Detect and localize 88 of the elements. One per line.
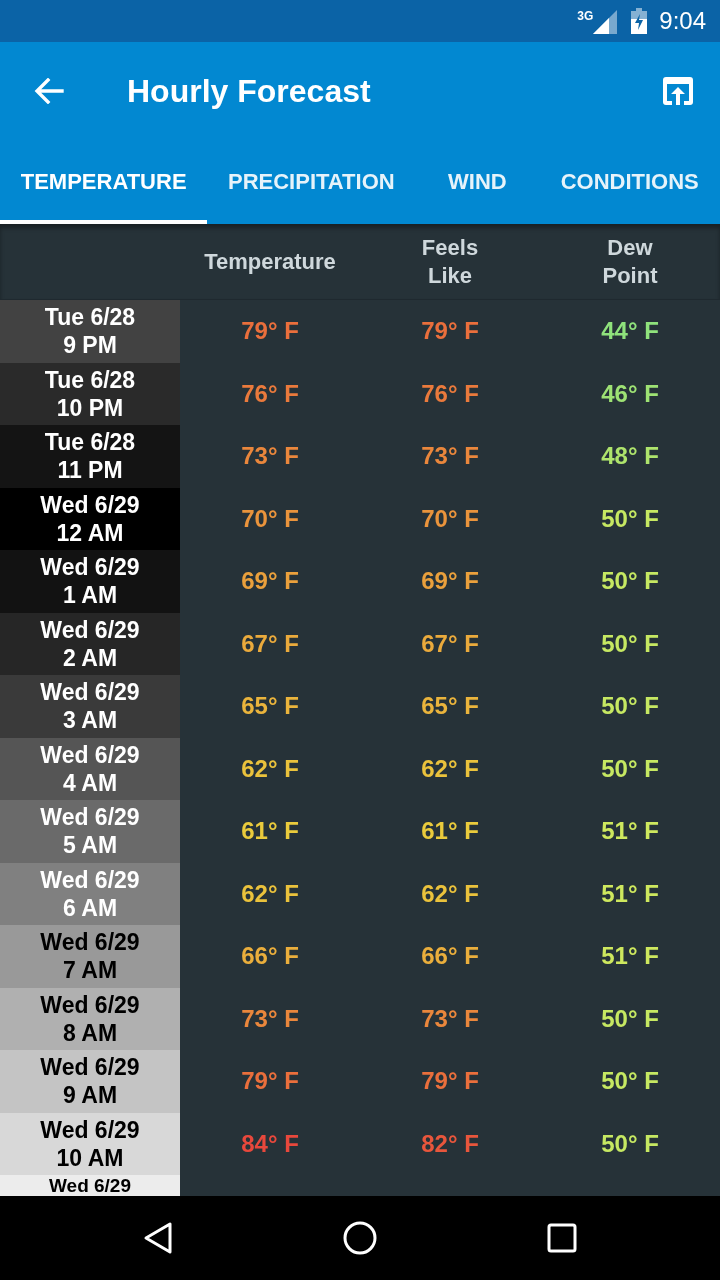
temperature-value: 73° F [241, 1006, 299, 1031]
tab[interactable]: CONDITIONS [539, 140, 720, 224]
date-label: Wed 6/29 [40, 990, 140, 1019]
hour-label: 7 AM [62, 956, 118, 985]
clock-time: 9:04 [659, 9, 706, 33]
square-recents-icon [547, 1223, 577, 1253]
date-label: Wed 6/29 [49, 1175, 131, 1196]
battery-charging-icon [631, 8, 648, 34]
date-label: Wed 6/29 [40, 678, 140, 707]
temperature-value: 61° F [241, 819, 299, 844]
feels-like-value: 61° F [421, 819, 479, 844]
temperature-value: 79° F [241, 1069, 299, 1094]
hour-label: 9 PM [63, 331, 117, 360]
date-label: Tue 6/28 [44, 365, 136, 394]
temperature-value: 66° F [241, 944, 299, 969]
temperature-value: 67° F [241, 631, 299, 656]
temperature-value: 79° F [241, 319, 299, 344]
date-label: Wed 6/29 [40, 1053, 140, 1082]
hour-label: 6 AM [62, 893, 118, 922]
network-type-label: 3G [577, 10, 594, 22]
home-nav-button[interactable] [343, 1219, 377, 1257]
feels-like-value: 79° F [421, 319, 479, 344]
temperature-value: 84° F [241, 1131, 299, 1156]
feels-like-value: 76° F [421, 381, 479, 406]
dew-point-value: 50° F [601, 694, 659, 719]
signal-icon [593, 10, 618, 34]
screen-title: Hourly Forecast [127, 75, 371, 107]
dew-point-value: 50° F [601, 506, 659, 531]
temperature-value: 73° F [241, 444, 299, 469]
feels-like-value: 79° F [421, 1069, 479, 1094]
date-label: Wed 6/29 [40, 615, 140, 644]
feels-like-value: 62° F [421, 881, 479, 906]
circle-home-icon [343, 1221, 377, 1255]
temperature-value: 76° F [241, 381, 299, 406]
back-arrow-icon [34, 78, 64, 104]
tab[interactable]: WIND [415, 140, 540, 224]
dew-point-value: 46° F [601, 381, 659, 406]
date-label: Wed 6/29 [40, 490, 140, 519]
temperature-value: 62° F [241, 881, 299, 906]
feels-like-value: 73° F [421, 1006, 479, 1031]
hour-label: 4 AM [62, 768, 118, 797]
hour-label: 1 AM [62, 581, 118, 610]
dew-point-value: 50° F [601, 569, 659, 594]
date-label: Wed 6/29 [40, 928, 140, 957]
hour-label: 11 PM [57, 456, 123, 485]
date-label: Wed 6/29 [40, 553, 140, 582]
temperature-value: 65° F [241, 694, 299, 719]
hour-label: 8 AM [62, 1018, 118, 1047]
hour-label: 9 AM [62, 1081, 118, 1110]
temperature-value: 70° F [241, 506, 299, 531]
feels-like-value: 66° F [421, 944, 479, 969]
dew-point-value: 44° F [601, 319, 659, 344]
hour-label: 10 PM [56, 393, 124, 422]
tab[interactable]: PRECIPITATION [207, 140, 416, 224]
temperature-value: 69° F [241, 569, 299, 594]
hour-label: 12 AM [56, 518, 124, 547]
dew-point-value: 51° F [601, 819, 659, 844]
feels-like-value: 69° F [421, 569, 479, 594]
feels-like-value: 70° F [421, 506, 479, 531]
temperature-value: 62° F [241, 756, 299, 781]
dew-point-value: 51° F [601, 944, 659, 969]
dew-point-value: 50° F [601, 1006, 659, 1031]
date-label: Tue 6/28 [44, 428, 136, 457]
dew-point-value: 48° F [601, 444, 659, 469]
hour-label: 3 AM [62, 706, 118, 735]
hour-label: 2 AM [62, 643, 118, 672]
feels-like-value: 82° F [421, 1131, 479, 1156]
dew-point-value: 50° F [601, 1131, 659, 1156]
hour-label: 10 AM [56, 1143, 124, 1172]
column-header: Feels Like [421, 233, 479, 290]
date-label: Tue 6/28 [44, 303, 136, 332]
date-label: Wed 6/29 [40, 803, 140, 832]
open-external-icon [662, 76, 694, 106]
date-label: Wed 6/29 [40, 865, 140, 894]
feels-like-value: 62° F [421, 756, 479, 781]
feels-like-value: 73° F [421, 444, 479, 469]
dew-point-value: 50° F [601, 756, 659, 781]
feels-like-value: 67° F [421, 631, 479, 656]
date-label: Wed 6/29 [40, 740, 140, 769]
dew-point-value: 50° F [601, 1069, 659, 1094]
feels-like-value: 65° F [421, 694, 479, 719]
dew-point-value: 51° F [601, 881, 659, 906]
hour-label: 5 AM [62, 831, 118, 860]
column-header: Temperature [204, 247, 336, 276]
triangle-back-icon [143, 1221, 173, 1255]
date-label: Wed 6/29 [40, 1115, 140, 1144]
column-header: Dew Point [602, 233, 658, 290]
dew-point-value: 50° F [601, 631, 659, 656]
